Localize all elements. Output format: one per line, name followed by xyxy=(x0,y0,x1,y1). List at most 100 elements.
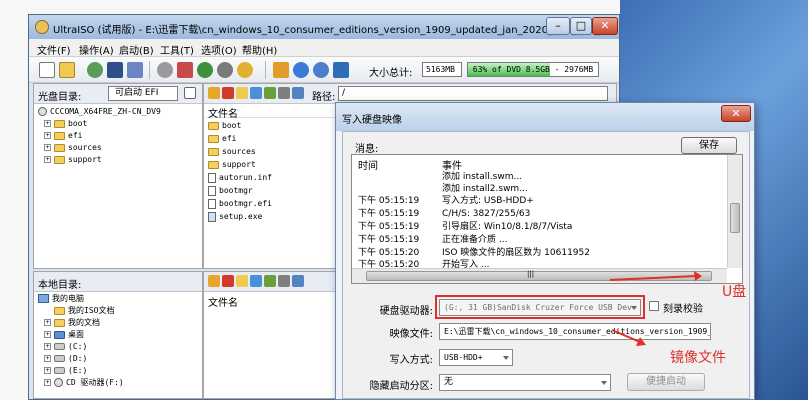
expand-icon[interactable]: + xyxy=(44,355,51,362)
tree-item[interactable]: + boot xyxy=(38,118,202,130)
folder-icon xyxy=(208,134,219,143)
expand-icon[interactable]: + xyxy=(44,144,51,151)
expand-icon[interactable]: + xyxy=(44,367,51,374)
properties-icon[interactable] xyxy=(273,62,289,78)
column-filename[interactable]: 文件名 xyxy=(208,294,238,309)
add-icon[interactable] xyxy=(250,87,262,99)
hide-boot-partition-select[interactable]: 无 xyxy=(439,374,611,391)
tree-item[interactable]: + efi xyxy=(38,130,202,142)
extract-icon[interactable] xyxy=(87,62,103,78)
annotation-usb: U盘 xyxy=(722,284,747,300)
tree-item[interactable]: + sources xyxy=(38,142,202,154)
save-icon[interactable] xyxy=(107,62,123,78)
file-name: sources xyxy=(222,147,256,156)
log-row: 添加 install2.swm... xyxy=(358,183,528,195)
title-bar[interactable]: UltraISO (试用版) - E:\迅雷下载\cn_windows_10_c… xyxy=(29,15,619,39)
tree-root-label: CCCOMA_X64FRE_ZH-CN_DV9 xyxy=(50,107,161,116)
compress-icon[interactable] xyxy=(197,62,213,78)
tree-item-my-computer[interactable]: 我的电脑 xyxy=(38,293,202,305)
refresh-icon[interactable] xyxy=(264,87,276,99)
convert-icon[interactable] xyxy=(237,62,253,78)
up-icon[interactable] xyxy=(208,87,220,99)
info-icon[interactable] xyxy=(293,62,309,78)
delete-icon[interactable] xyxy=(222,275,234,287)
mount-icon[interactable] xyxy=(157,62,173,78)
settings-icon[interactable] xyxy=(278,87,290,99)
close-button[interactable]: ✕ xyxy=(592,17,618,35)
log-column-event[interactable]: 事件 xyxy=(442,157,462,172)
boot-type-field[interactable]: 可启动 EFI xyxy=(108,86,178,101)
open-folder-icon[interactable] xyxy=(59,62,75,78)
view-icon[interactable] xyxy=(292,275,304,287)
settings-icon[interactable] xyxy=(278,275,290,287)
local-tree-header: 本地目录: xyxy=(34,272,202,292)
delete-icon[interactable] xyxy=(222,87,234,99)
menu-help[interactable]: 帮助(H) xyxy=(242,42,277,57)
log-column-time[interactable]: 时间 xyxy=(358,157,378,172)
help-icon[interactable] xyxy=(313,62,329,78)
dialog-close-button[interactable]: ✕ xyxy=(721,105,751,122)
log-event: C/H/S: 3827/255/63 xyxy=(442,209,531,219)
tree-item-label: (C:) xyxy=(68,342,88,351)
expand-icon[interactable]: + xyxy=(44,319,51,326)
tree-item[interactable]: + 桌面 xyxy=(38,329,202,341)
exit-icon[interactable] xyxy=(333,62,349,78)
path-field[interactable]: / xyxy=(338,86,608,101)
local-tree: 我的电脑 我的ISO文档 + 我的文档 + 桌面 + (C:) + (D:) + (E:)… xyxy=(38,293,202,389)
scrollbar-thumb[interactable] xyxy=(730,203,740,233)
write-mode-select[interactable]: USB-HDD+ xyxy=(439,349,513,366)
folder-icon xyxy=(208,121,219,130)
file-icon xyxy=(208,185,216,196)
burn-icon[interactable] xyxy=(177,62,193,78)
log-row: 下午 05:15:19 引导扇区: Win10/8.1/8/7/Vista xyxy=(358,221,572,233)
toolbar-separator xyxy=(265,61,266,79)
expand-icon[interactable]: + xyxy=(44,132,51,139)
log-event: ISO 映像文件的扇区数为 10611952 xyxy=(442,248,590,258)
tree-item-label: 我的文档 xyxy=(68,318,100,327)
menu-file[interactable]: 文件(F) xyxy=(37,42,71,57)
boot-file-icon[interactable] xyxy=(184,87,196,99)
log-vertical-scrollbar[interactable] xyxy=(727,155,742,268)
expand-icon[interactable]: + xyxy=(44,156,51,163)
expand-icon[interactable]: + xyxy=(44,331,51,338)
file-name: efi xyxy=(222,134,237,143)
save-log-button[interactable]: 保存 xyxy=(681,137,737,154)
up-icon[interactable] xyxy=(208,275,220,287)
expand-icon[interactable]: + xyxy=(44,343,51,350)
menu-actions[interactable]: 操作(A) xyxy=(79,42,114,57)
menu-tools[interactable]: 工具(T) xyxy=(160,42,194,57)
new-folder-icon[interactable] xyxy=(236,275,248,287)
tree-root[interactable]: CCCOMA_X64FRE_ZH-CN_DV9 xyxy=(38,106,202,118)
menu-bootable[interactable]: 启动(B) xyxy=(119,42,154,57)
maximize-button[interactable]: □ xyxy=(570,17,592,35)
tree-item-label: boot xyxy=(68,119,88,128)
tree-item[interactable]: 我的ISO文档 xyxy=(38,305,202,317)
view-icon[interactable] xyxy=(292,87,304,99)
file-icon xyxy=(208,172,216,183)
tree-item[interactable]: + (D:) xyxy=(38,353,202,365)
refresh-icon[interactable] xyxy=(264,275,276,287)
minimize-button[interactable]: – xyxy=(546,17,570,35)
tree-item[interactable]: + 我的文档 xyxy=(38,317,202,329)
log-event: 引导扇区: Win10/8.1/8/7/Vista xyxy=(442,222,573,232)
menu-options[interactable]: 选项(O) xyxy=(201,42,237,57)
tree-item-label: 我的电脑 xyxy=(52,294,84,303)
grip-icon: ||| xyxy=(527,270,535,278)
tree-item[interactable]: + support xyxy=(38,154,202,166)
tree-item[interactable]: + (C:) xyxy=(38,341,202,353)
tree-item[interactable]: + (E:) xyxy=(38,365,202,377)
add-icon[interactable] xyxy=(250,275,262,287)
column-filename[interactable]: 文件名 xyxy=(208,105,238,120)
dialog-title-bar[interactable]: 写入硬盘映像 ✕ xyxy=(336,103,754,131)
toolbar: 大小总计: 5163MB 63% of DVD 8.5GB - 2976MB xyxy=(29,57,619,83)
expand-icon[interactable]: + xyxy=(44,379,51,386)
save-as-icon[interactable] xyxy=(127,62,143,78)
new-folder-icon[interactable] xyxy=(236,87,248,99)
expand-icon[interactable]: + xyxy=(44,120,51,127)
new-file-icon[interactable] xyxy=(39,62,55,78)
tree-item[interactable]: + CD 驱动器(F:) xyxy=(38,377,202,389)
log-row: 下午 05:15:19 写入方式: USB-HDD+ xyxy=(358,195,534,207)
dialog-title: 写入硬盘映像 xyxy=(342,115,402,126)
virtual-drive-icon[interactable] xyxy=(217,62,233,78)
folder-icon xyxy=(208,160,219,169)
